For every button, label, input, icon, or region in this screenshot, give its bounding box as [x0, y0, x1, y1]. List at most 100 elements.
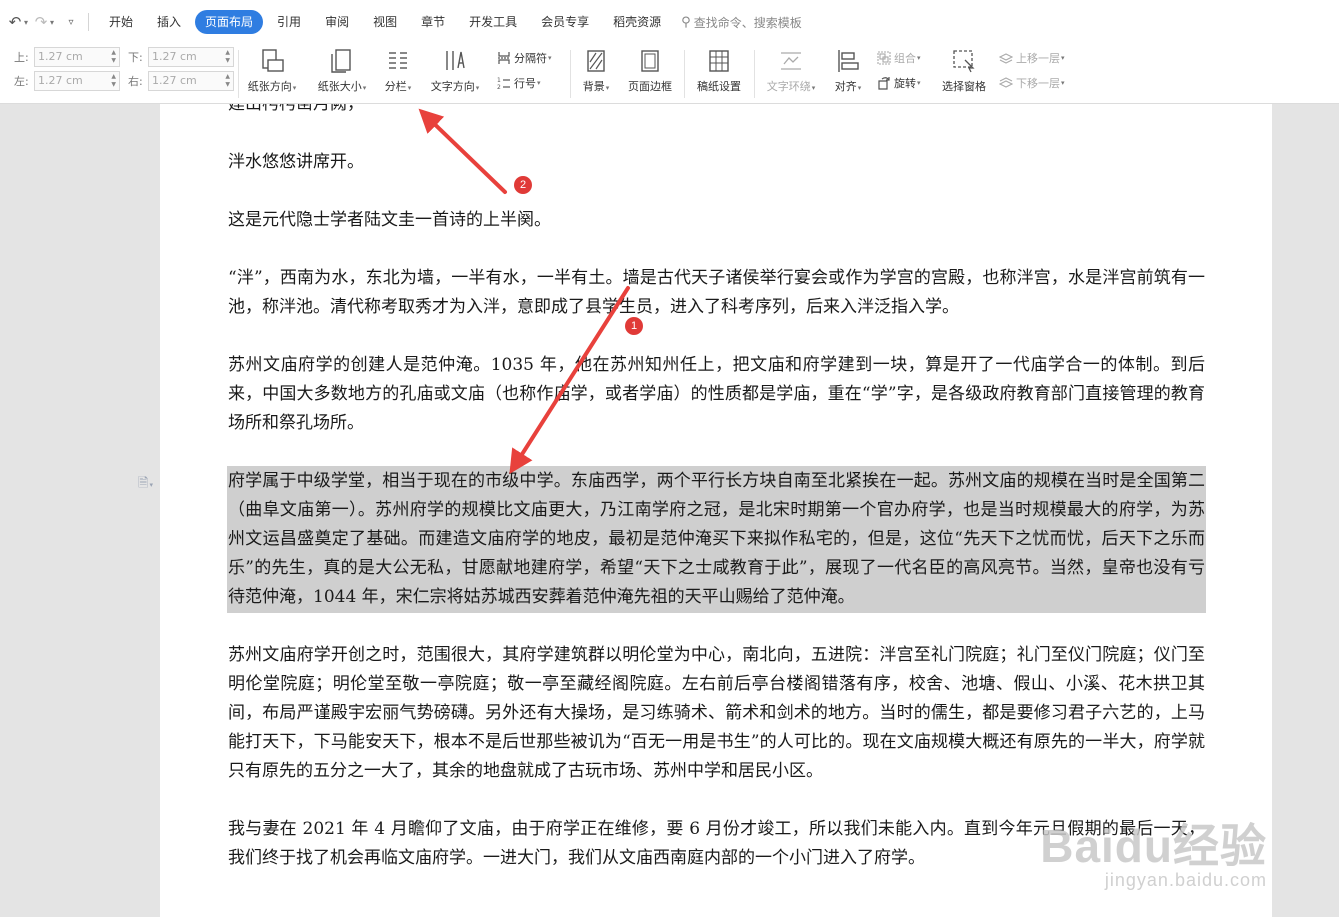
text-direction-icon [441, 47, 469, 75]
separator-button[interactable]: 分隔符 ▾ [496, 50, 552, 66]
search-icon: ⚲ [681, 14, 691, 30]
menu-tabs: 开始 插入 页面布局 引用 审阅 视图 章节 开发工具 会员专享 稻壳资源 [97, 10, 673, 34]
paper-settings-icon [705, 47, 733, 75]
line-number-label: 行号 [514, 77, 536, 90]
columns-button[interactable]: 分栏▾ [380, 47, 416, 94]
selection-pane-icon [950, 47, 978, 75]
send-backward-button[interactable]: 下移一层 ▾ [998, 75, 1065, 91]
ribbon-divider [684, 50, 685, 98]
tab-review[interactable]: 审阅 [313, 10, 361, 34]
ribbon-divider [570, 50, 571, 98]
paper-size-button[interactable]: 纸张大小▾ [313, 47, 371, 94]
bring-forward-icon [998, 50, 1014, 66]
customize-toolbar-icon[interactable]: ▿ [62, 12, 80, 32]
align-icon [834, 47, 862, 75]
line-number-icon: 12 [496, 75, 512, 91]
rotate-label: 旋转 [894, 77, 916, 90]
document-body[interactable]: 建山枵枵凿月阙， 泮水悠悠讲席开。 这是元代隐士学者陆文圭一首诗的上半阕。 “泮… [228, 104, 1205, 902]
watermark-logo: Baidu经验 [1040, 820, 1267, 872]
baidu-watermark: Baidu经验 jingyan.baidu.com [1040, 822, 1267, 891]
background-button[interactable]: 背景▾ [578, 47, 614, 94]
paper-settings-button[interactable]: 稿纸设置 [692, 47, 746, 94]
tab-references[interactable]: 引用 [265, 10, 313, 34]
tab-chapter[interactable]: 章节 [409, 10, 457, 34]
rotate-button[interactable]: 旋转 ▾ [876, 75, 921, 91]
tab-docer-resources[interactable]: 稻壳资源 [601, 10, 673, 34]
line-number-button[interactable]: 12 行号 ▾ [496, 75, 541, 91]
tab-insert[interactable]: 插入 [145, 10, 193, 34]
document-page[interactable]: 建山枵枵凿月阙， 泮水悠悠讲席开。 这是元代隐士学者陆文圭一首诗的上半阕。 “泮… [160, 104, 1272, 917]
selection-pane-button[interactable]: 选择窗格 [938, 47, 990, 94]
text-direction-button[interactable]: 文字方向▾ [426, 47, 484, 94]
paragraph[interactable]: 这是元代隐士学者陆文圭一首诗的上半阕。 [228, 206, 1205, 235]
text-wrap-icon [777, 47, 805, 75]
columns-label: 分栏 [384, 80, 407, 93]
tab-developer[interactable]: 开发工具 [457, 10, 529, 34]
margin-top-group: 上: 1.27 cm ▲ ▼ [14, 47, 120, 67]
annotation-badge-2: 2 [514, 176, 532, 194]
orientation-label: 纸张方向 [247, 80, 292, 93]
paper-size-icon [328, 47, 356, 75]
text-direction-label: 文字方向 [430, 80, 475, 93]
separator-label: 分隔符 [514, 52, 547, 65]
margin-right-group: 右: 1.27 cm ▲ ▼ [128, 71, 234, 91]
paragraph[interactable]: 泮水悠悠讲席开。 [228, 148, 1205, 177]
quick-access-toolbar: ↶ ▾ ↷ ▾ ▿ [6, 10, 80, 34]
text-wrap-button[interactable]: 文字环绕▾ [762, 47, 820, 94]
margin-top-input[interactable]: 1.27 cm ▲ ▼ [34, 47, 120, 67]
margin-left-group: 左: 1.27 cm ▲ ▼ [14, 71, 120, 91]
annotation-badge-1: 1 [625, 317, 643, 335]
align-label: 对齐 [834, 80, 857, 93]
paragraph[interactable]: 建山枵枵凿月阙， [228, 104, 1205, 119]
margin-right-label: 右: [128, 75, 143, 88]
selection-pane-label: 选择窗格 [942, 80, 986, 93]
bring-forward-label: 上移一层 [1016, 52, 1060, 65]
paragraph-handle-icon[interactable]: 🗎▾ [138, 474, 153, 496]
margin-right-input[interactable]: 1.27 cm ▲ ▼ [148, 71, 234, 91]
stepper-icon[interactable]: ▲ ▼ [225, 49, 230, 65]
page-border-icon [636, 47, 664, 75]
ribbon-toolbar: 上: 1.27 cm ▲ ▼ 下: 1.27 cm ▲ ▼ 左: 1.27 cm ▲ ▼ 右… [0, 44, 1339, 104]
stepper-icon[interactable]: ▲ ▼ [111, 73, 116, 89]
send-backward-icon [998, 75, 1014, 91]
paper-size-label: 纸张大小 [317, 80, 362, 93]
align-button[interactable]: 对齐▾ [830, 47, 866, 94]
background-label: 背景 [582, 80, 605, 93]
command-search[interactable]: ⚲ 查找命令、搜索模板 [681, 14, 802, 31]
page-border-button[interactable]: 页面边框 [624, 47, 676, 94]
paragraph-selected[interactable]: 府学属于中级学堂，相当于现在的市级中学。东庙西学，两个平行长方块自南至北紧挨在一… [228, 467, 1205, 612]
stepper-icon[interactable]: ▲ ▼ [225, 73, 230, 89]
orientation-icon [258, 47, 286, 75]
search-placeholder: 查找命令、搜索模板 [693, 15, 802, 30]
group-icon [876, 50, 892, 66]
group-button[interactable]: 组合 ▾ [876, 50, 921, 66]
svg-text:2: 2 [497, 84, 501, 90]
separator-icon [496, 50, 512, 66]
background-icon [582, 47, 610, 75]
undo-dropdown-icon[interactable]: ▾ [24, 18, 32, 27]
rotate-icon [876, 75, 892, 91]
margin-top-label: 上: [14, 51, 29, 64]
margin-left-input[interactable]: 1.27 cm ▲ ▼ [34, 71, 120, 91]
redo-dropdown-icon[interactable]: ▾ [50, 18, 58, 27]
tab-member[interactable]: 会员专享 [529, 10, 601, 34]
menu-bar: ↶ ▾ ↷ ▾ ▿ 开始 插入 页面布局 引用 审阅 视图 章节 开发工具 会员… [0, 0, 1339, 44]
menu-divider [88, 13, 89, 31]
paragraph[interactable]: 苏州文庙府学开创之时，范围很大，其府学建筑群以明伦堂为中心，南北向，五进院：泮宫… [228, 641, 1205, 786]
tab-page-layout[interactable]: 页面布局 [195, 10, 264, 34]
orientation-button[interactable]: 纸张方向▾ [244, 47, 300, 94]
columns-icon [384, 47, 412, 75]
redo-icon[interactable]: ↷ [32, 12, 50, 32]
margin-bottom-label: 下: [128, 51, 143, 64]
margin-bottom-group: 下: 1.27 cm ▲ ▼ [128, 47, 234, 67]
paragraph[interactable]: 苏州文庙府学的创建人是范仲淹。1035 年，他在苏州知州任上，把文庙和府学建到一… [228, 351, 1205, 438]
undo-icon[interactable]: ↶ [6, 12, 24, 32]
svg-text:1: 1 [497, 77, 501, 84]
tab-start[interactable]: 开始 [97, 10, 145, 34]
paper-settings-label: 稿纸设置 [697, 80, 741, 93]
paragraph[interactable]: “泮”，西南为水，东北为墙，一半有水，一半有土。墙是古代天子诸侯举行宴会或作为学… [228, 264, 1205, 322]
margin-bottom-input[interactable]: 1.27 cm ▲ ▼ [148, 47, 234, 67]
bring-forward-button[interactable]: 上移一层 ▾ [998, 50, 1065, 66]
tab-view[interactable]: 视图 [361, 10, 409, 34]
stepper-icon[interactable]: ▲ ▼ [111, 49, 116, 65]
